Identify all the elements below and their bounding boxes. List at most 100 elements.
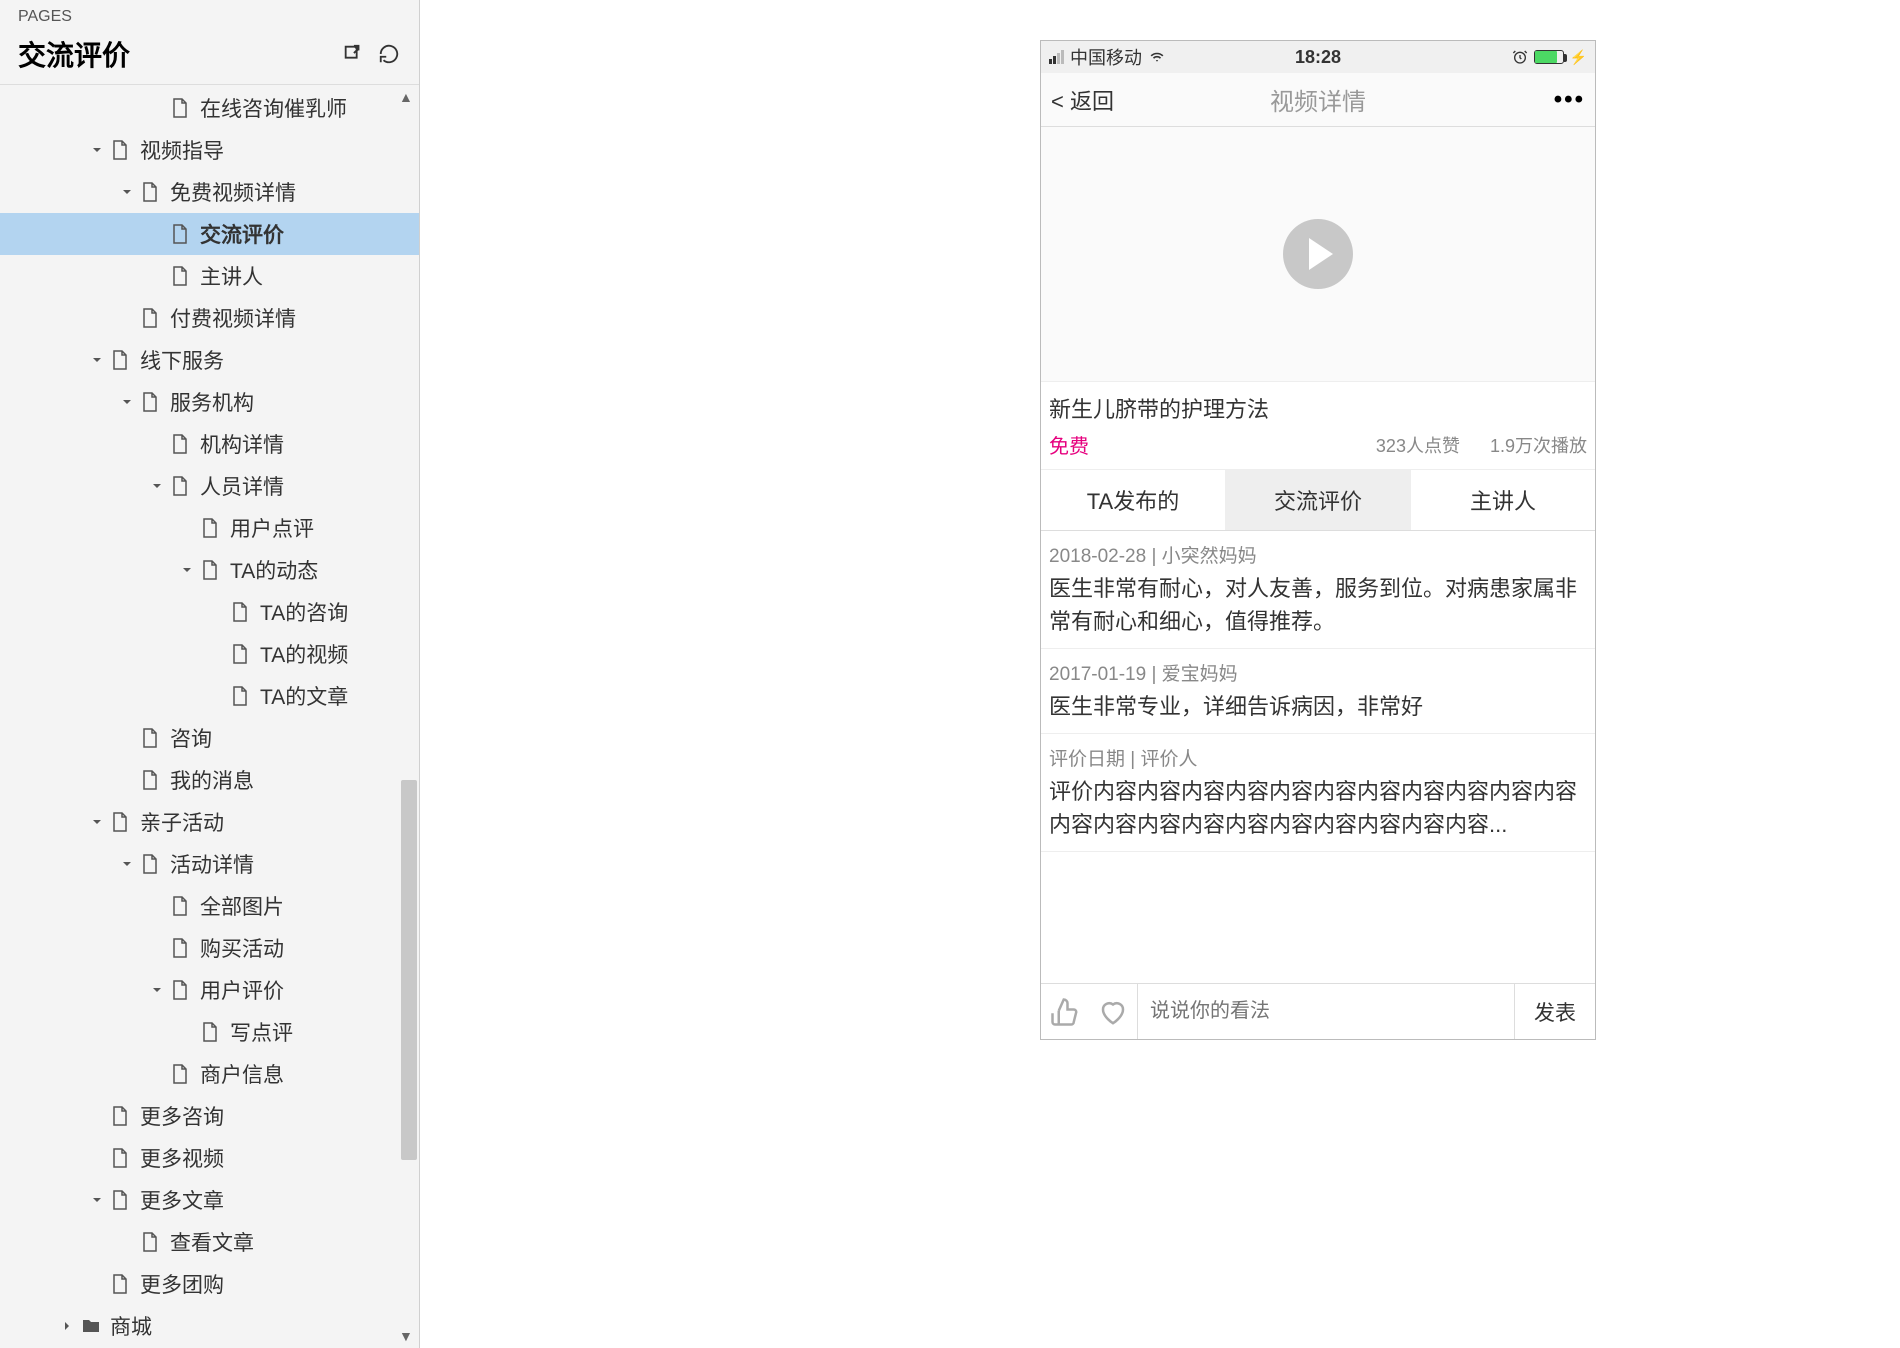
tree-item-label: 更多文章 — [140, 1185, 224, 1215]
caret-down-icon[interactable] — [150, 983, 164, 997]
page-icon — [112, 1106, 128, 1126]
caret-down-icon[interactable] — [120, 857, 134, 871]
tree-item[interactable]: TA的文章 — [0, 675, 419, 717]
comment-input[interactable] — [1137, 984, 1515, 1039]
tree-item-label: 更多咨询 — [140, 1101, 224, 1131]
page-icon — [142, 1232, 158, 1252]
caret-down-icon[interactable] — [90, 143, 104, 157]
tree-item[interactable]: 商户信息 — [0, 1053, 419, 1095]
publish-button[interactable]: 发表 — [1515, 997, 1595, 1027]
tree-item[interactable]: TA的视频 — [0, 633, 419, 675]
video-player[interactable] — [1041, 127, 1595, 382]
tree-item[interactable]: 全部图片 — [0, 885, 419, 927]
back-button[interactable]: < 返回 — [1051, 84, 1114, 116]
tree-item[interactable]: 在线咨询催乳师 — [0, 87, 419, 129]
caret-down-icon[interactable] — [180, 563, 194, 577]
tree-item-label: TA的咨询 — [260, 597, 348, 627]
tree-item[interactable]: 主讲人 — [0, 255, 419, 297]
caret-down-icon[interactable] — [150, 479, 164, 493]
caret-right-icon[interactable] — [60, 1319, 74, 1333]
tree-item[interactable]: 付费视频详情 — [0, 297, 419, 339]
page-icon — [232, 602, 248, 622]
tree-item[interactable]: 更多团购 — [0, 1263, 419, 1305]
page-icon — [112, 140, 128, 160]
scrollbar-thumb[interactable] — [401, 780, 417, 1160]
tree-item[interactable]: 活动详情 — [0, 843, 419, 885]
tree-item[interactable]: 亲子活动 — [0, 801, 419, 843]
play-icon[interactable] — [1283, 219, 1353, 289]
heart-icon[interactable] — [1089, 997, 1137, 1027]
caret-down-icon[interactable] — [90, 1193, 104, 1207]
export-icon[interactable] — [341, 42, 365, 66]
review-meta: 评价日期 | 评价人 — [1049, 744, 1587, 771]
tree-item-label: 机构详情 — [200, 429, 284, 459]
carrier-label: 中国移动 — [1070, 44, 1142, 70]
review-item[interactable]: 2018-02-28 | 小突然妈妈医生非常有耐心，对人友善，服务到位。对病患家… — [1041, 531, 1595, 649]
tab[interactable]: 主讲人 — [1410, 470, 1595, 530]
tree-item[interactable]: 更多咨询 — [0, 1095, 419, 1137]
video-info: 新生儿脐带的护理方法 免费 323人点赞 1.9万次播放 — [1041, 382, 1595, 470]
review-meta: 2017-01-19 | 爱宝妈妈 — [1049, 659, 1587, 686]
tree-item[interactable]: 购买活动 — [0, 927, 419, 969]
page-icon — [142, 770, 158, 790]
tree-item[interactable]: 机构详情 — [0, 423, 419, 465]
tree-item[interactable]: 服务机构 — [0, 381, 419, 423]
more-button[interactable]: ••• — [1554, 86, 1585, 114]
page-icon — [142, 854, 158, 874]
tree-item-label: 用户评价 — [200, 975, 284, 1005]
tree-item[interactable]: 查看文章 — [0, 1221, 419, 1263]
page-icon — [112, 1190, 128, 1210]
tree-item[interactable]: 商城 — [0, 1305, 419, 1347]
caret-down-icon[interactable] — [90, 815, 104, 829]
tree-item-label: 人员详情 — [200, 471, 284, 501]
page-icon — [112, 1274, 128, 1294]
review-item[interactable]: 评价日期 | 评价人评价内容内容内容内容内容内容内容内容内容内容内容内容内容内容… — [1041, 734, 1595, 852]
tree-item[interactable]: 用户评价 — [0, 969, 419, 1011]
caret-down-icon[interactable] — [120, 185, 134, 199]
tab[interactable]: TA发布的 — [1041, 470, 1225, 530]
review-text: 评价内容内容内容内容内容内容内容内容内容内容内容内容内容内容内容内容内容内容内容… — [1049, 775, 1587, 841]
tree-item[interactable]: 更多视频 — [0, 1137, 419, 1179]
tab[interactable]: 交流评价 — [1225, 470, 1410, 530]
review-item[interactable]: 2017-01-19 | 爱宝妈妈医生非常专业，详细告诉病因，非常好 — [1041, 649, 1595, 734]
tree-item[interactable]: 交流评价 — [0, 213, 419, 255]
tree-item-label: 商户信息 — [200, 1059, 284, 1089]
page-icon — [112, 350, 128, 370]
refresh-icon[interactable] — [377, 42, 401, 66]
caret-down-icon[interactable] — [120, 395, 134, 409]
tree-item-label: 线下服务 — [140, 345, 224, 375]
tree-item[interactable]: 人员详情 — [0, 465, 419, 507]
tree-item-label: 交流评价 — [200, 219, 284, 249]
tree-item[interactable]: TA的咨询 — [0, 591, 419, 633]
alarm-icon — [1512, 49, 1528, 65]
tree-item[interactable]: 写点评 — [0, 1011, 419, 1053]
caret-down-icon[interactable] — [90, 353, 104, 367]
tree-item-label: 主讲人 — [200, 261, 263, 291]
tree-item[interactable]: 免费视频详情 — [0, 171, 419, 213]
page-icon — [172, 1064, 188, 1084]
tree-item[interactable]: 视频指导 — [0, 129, 419, 171]
page-icon — [142, 728, 158, 748]
tree-item[interactable]: 更多文章 — [0, 1179, 419, 1221]
likes-count: 323人点赞 — [1376, 432, 1460, 458]
canvas: 中国移动 18:28 ⚡ < 返回 视频详情 ••• 新生儿脐带的护理方法 免费… — [420, 0, 1900, 1348]
page-icon — [172, 896, 188, 916]
tree-container[interactable]: 在线咨询催乳师视频指导免费视频详情交流评价主讲人付费视频详情线下服务服务机构机构… — [0, 85, 419, 1348]
tree-item[interactable]: 我的消息 — [0, 759, 419, 801]
tree-item-label: 全部图片 — [200, 891, 284, 921]
nav-title: 视频详情 — [1270, 82, 1366, 117]
reviews-list[interactable]: 2018-02-28 | 小突然妈妈医生非常有耐心，对人友善，服务到位。对病患家… — [1041, 531, 1595, 983]
tree-item-label: TA的文章 — [260, 681, 348, 711]
tree-item[interactable]: 咨询 — [0, 717, 419, 759]
tree-item-label: 活动详情 — [170, 849, 254, 879]
scroll-up-icon[interactable]: ▲ — [399, 89, 415, 105]
phone-frame: 中国移动 18:28 ⚡ < 返回 视频详情 ••• 新生儿脐带的护理方法 免费… — [1040, 40, 1596, 1040]
signal-icon — [1049, 50, 1064, 64]
tree-item-label: 查看文章 — [170, 1227, 254, 1257]
tree-item[interactable]: 用户点评 — [0, 507, 419, 549]
scroll-down-icon[interactable]: ▼ — [399, 1328, 415, 1344]
tree-item[interactable]: TA的动态 — [0, 549, 419, 591]
statusbar-time: 18:28 — [1295, 47, 1341, 68]
tree-item[interactable]: 线下服务 — [0, 339, 419, 381]
thumbs-up-icon[interactable] — [1041, 997, 1089, 1027]
